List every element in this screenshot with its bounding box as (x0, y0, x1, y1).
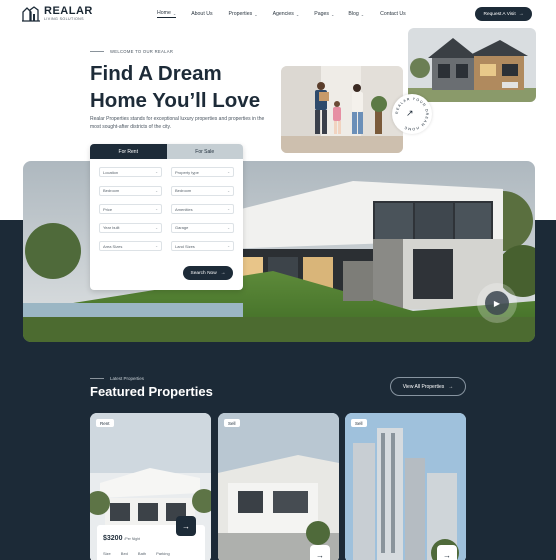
logo-mark-icon (22, 6, 40, 22)
chevron-down-icon: ⌄ (172, 10, 177, 16)
divider (90, 378, 104, 379)
family-photo (281, 66, 403, 153)
circular-badge: REALAR YOUR DREAM HOME ↗ (392, 94, 432, 134)
card-arrow-button[interactable]: → (176, 516, 196, 536)
land-sizes-select[interactable]: Land Sizes ⌄ (171, 241, 234, 251)
arrow-up-right-icon: ↗ (406, 108, 414, 118)
card-badge: Sell (351, 419, 367, 427)
nav-item-properties[interactable]: Properties ⌄ (229, 10, 258, 18)
arrow-right-icon: → (443, 550, 451, 560)
arrow-right-icon: → (448, 383, 454, 390)
arrow-right-icon: → (316, 550, 324, 560)
chevron-down-icon: ⌄ (227, 188, 230, 193)
chevron-down-icon: ⌄ (155, 207, 158, 211)
nav-item-contact[interactable]: Contact Us (380, 10, 406, 18)
garage-select[interactable]: Garage ⌄ (171, 222, 234, 233)
featured-title: Featured Properties (90, 384, 213, 399)
chevron-down-icon: ⌄ (360, 11, 365, 17)
chevron-down-icon: ⌄ (227, 170, 230, 174)
search-now-button[interactable]: Search Now → (183, 266, 233, 280)
card-arrow-button[interactable]: → (310, 545, 330, 560)
nav-item-about[interactable]: About Us (191, 10, 212, 18)
featured-eyebrow: Latest Properties (90, 376, 145, 381)
tab-for-rent[interactable]: For Rent (90, 144, 167, 159)
tab-for-sale[interactable]: For Sale (166, 144, 243, 159)
nav-item-blog[interactable]: Blog ⌄ (348, 10, 364, 18)
chevron-down-icon: ⌄ (155, 225, 158, 230)
card-specs: Size Bed Bath Parking (103, 551, 170, 556)
chevron-down-icon: ⌄ (227, 244, 230, 248)
search-tabs: For Rent For Sale (90, 144, 243, 159)
card-badge: Sell (224, 419, 240, 427)
chevron-down-icon: ⌄ (254, 11, 258, 17)
arrow-right-icon: → (182, 521, 190, 531)
hero-description: Realar Properties stands for exceptional… (90, 116, 265, 130)
hero-title: Find A Dream Home You’ll Love (90, 62, 261, 112)
search-fields: Location ⌄ Property type ⌄ Bedroom ⌄ Bedroo… (99, 167, 235, 251)
location-select[interactable]: Location ⌄ (99, 167, 162, 177)
hero-eyebrow: WELCOME TO OUR REALAR (90, 49, 174, 54)
chevron-down-icon: ⌄ (155, 188, 158, 193)
site-header: REALAR LIVING SOLUTIONS Home ⌄ About Us P… (0, 0, 556, 30)
card-arrow-button[interactable]: → (437, 545, 457, 560)
chevron-down-icon: ⌄ (330, 11, 335, 17)
nav-item-pages[interactable]: Pages ⌄ (314, 10, 334, 18)
brand-tagline: LIVING SOLUTIONS (44, 17, 84, 22)
amenities-select[interactable]: Amenities ⌄ (171, 204, 234, 214)
property-card[interactable]: Sell → (345, 413, 466, 560)
chevron-down-icon: ⌄ (227, 207, 230, 211)
house-photo-small (408, 28, 536, 102)
chevron-down-icon: ⌄ (227, 225, 230, 230)
nav-item-home[interactable]: Home ⌄ (157, 10, 177, 18)
request-visit-button[interactable]: Request A Visit → (475, 7, 532, 21)
chevron-down-icon: ⌄ (295, 11, 300, 17)
play-icon: ▶ (493, 298, 501, 308)
bedroom-select[interactable]: Bedroom ⌄ (99, 185, 162, 196)
card-badge: Rent (96, 419, 114, 427)
nav-item-agencies[interactable]: Agencies ⌄ (273, 10, 300, 18)
divider (90, 51, 104, 52)
bedroom-select-2[interactable]: Bedroom ⌄ (171, 185, 234, 196)
price-select[interactable]: Price ⌄ (99, 204, 162, 214)
play-video-button[interactable]: ▶ (477, 283, 517, 323)
view-all-properties-button[interactable]: View All Properties → (390, 377, 466, 396)
arrow-right-icon: → (220, 270, 226, 276)
property-type-select[interactable]: Property type ⌄ (171, 167, 234, 177)
chevron-down-icon: ⌄ (155, 170, 158, 174)
property-search-panel: For Rent For Sale Location ⌄ Property typ… (90, 144, 243, 290)
card-price: $3200 /Per Night (103, 535, 140, 542)
property-card[interactable]: Rent $3200 /Per Night Size Bed Bath Park… (90, 413, 211, 560)
property-card[interactable]: Sell → (218, 413, 339, 560)
year-built-select[interactable]: Year built ⌄ (99, 222, 162, 233)
arrow-right-icon: → (518, 11, 524, 17)
brand-name: REALAR (44, 5, 93, 18)
area-sizes-select[interactable]: Area Sizes ⌄ (99, 241, 162, 251)
chevron-down-icon: ⌄ (155, 244, 158, 248)
main-nav: Home ⌄ About Us Properties ⌄ Agencies ⌄ Pag… (157, 10, 406, 18)
logo[interactable]: REALAR LIVING SOLUTIONS (22, 6, 93, 22)
